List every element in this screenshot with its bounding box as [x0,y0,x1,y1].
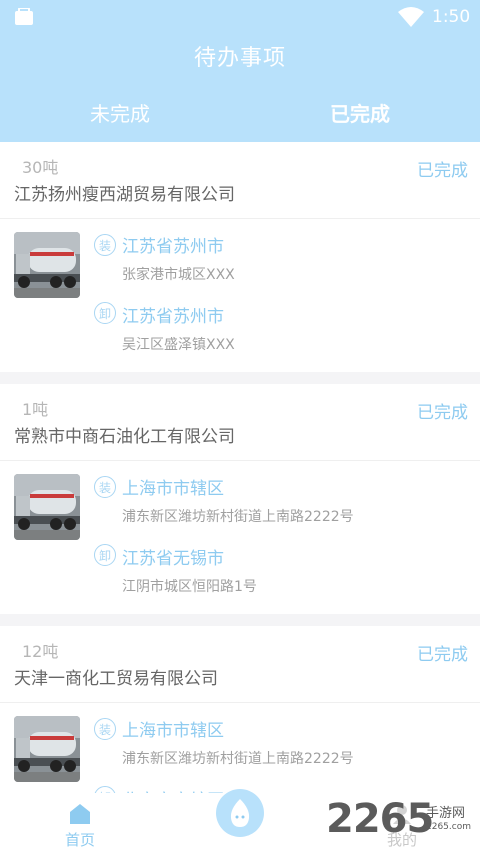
load-icon: 装 [94,476,116,498]
order-card[interactable]: 1吨 已完成 常熟市中商石油化工有限公司 装 上海市市辖区 浦东新区潍坊新村街道… [0,384,480,614]
load-address: 张家港市城区XXX [122,267,235,283]
order-weight: 1吨 [22,400,49,419]
company-name: 江苏扬州瘦西湖贸易有限公司 [14,185,235,205]
load-city: 江苏省苏州市 [122,237,224,257]
status-badge: 已完成 [417,161,468,181]
order-card[interactable]: 30吨 已完成 江苏扬州瘦西湖贸易有限公司 装 江苏省苏州市 张家港市城区XXX… [0,142,480,372]
load-city: 上海市市辖区 [122,479,224,499]
nav-center-button[interactable] [216,789,264,837]
nav-home-label: 首页 [64,831,95,849]
unload-icon: 卸 [94,302,116,324]
load-city: 上海市市辖区 [122,721,224,741]
order-header: 1吨 已完成 常熟市中商石油化工有限公司 [0,384,480,461]
truck-image [14,474,80,540]
tab-incomplete[interactable]: 未完成 [0,84,240,142]
order-weight: 30吨 [22,158,59,177]
company-name: 常熟市中商石油化工有限公司 [14,427,235,447]
order-weight: 12吨 [22,642,59,661]
truck-image [14,232,80,298]
load-address: 浦东新区潍坊新村街道上南路2222号 [122,751,354,767]
unload-address: 吴江区盛泽镇XXX [122,337,235,353]
clock: 1:50 [432,7,471,27]
status-tabs: 未完成 已完成 [0,84,480,142]
site-watermark: 2265 手游网 2265.com [326,796,476,848]
home-icon [70,804,90,824]
unload-city: 江苏省苏州市 [122,307,224,327]
truck-image [14,716,80,782]
order-header: 12吨 已完成 天津一商化工贸易有限公司 [0,626,480,703]
unload-address: 江阴市城区恒阳路1号 [122,579,257,595]
notification-icon [15,8,33,25]
title-bar: 待办事项 [0,34,480,84]
watermark-url: 2265.com [426,822,471,832]
watermark-number: 2265 [326,796,434,842]
tab-completed[interactable]: 已完成 [240,84,480,142]
company-name: 天津一商化工贸易有限公司 [14,669,218,689]
page-title: 待办事项 [193,46,286,71]
order-header: 30吨 已完成 江苏扬州瘦西湖贸易有限公司 [0,142,480,219]
nav-home[interactable]: 首页 [50,799,110,849]
unload-city: 江苏省无锡市 [122,549,224,569]
load-address: 浦东新区潍坊新村街道上南路2222号 [122,509,354,525]
watermark-name: 手游网 [426,806,466,821]
load-icon: 装 [94,234,116,256]
wifi-icon [398,7,424,27]
load-icon: 装 [94,718,116,740]
status-badge: 已完成 [417,645,468,665]
status-badge: 已完成 [417,403,468,423]
unload-icon: 卸 [94,544,116,566]
status-bar: 1:50 [0,0,480,34]
mascot-icon [230,799,250,827]
